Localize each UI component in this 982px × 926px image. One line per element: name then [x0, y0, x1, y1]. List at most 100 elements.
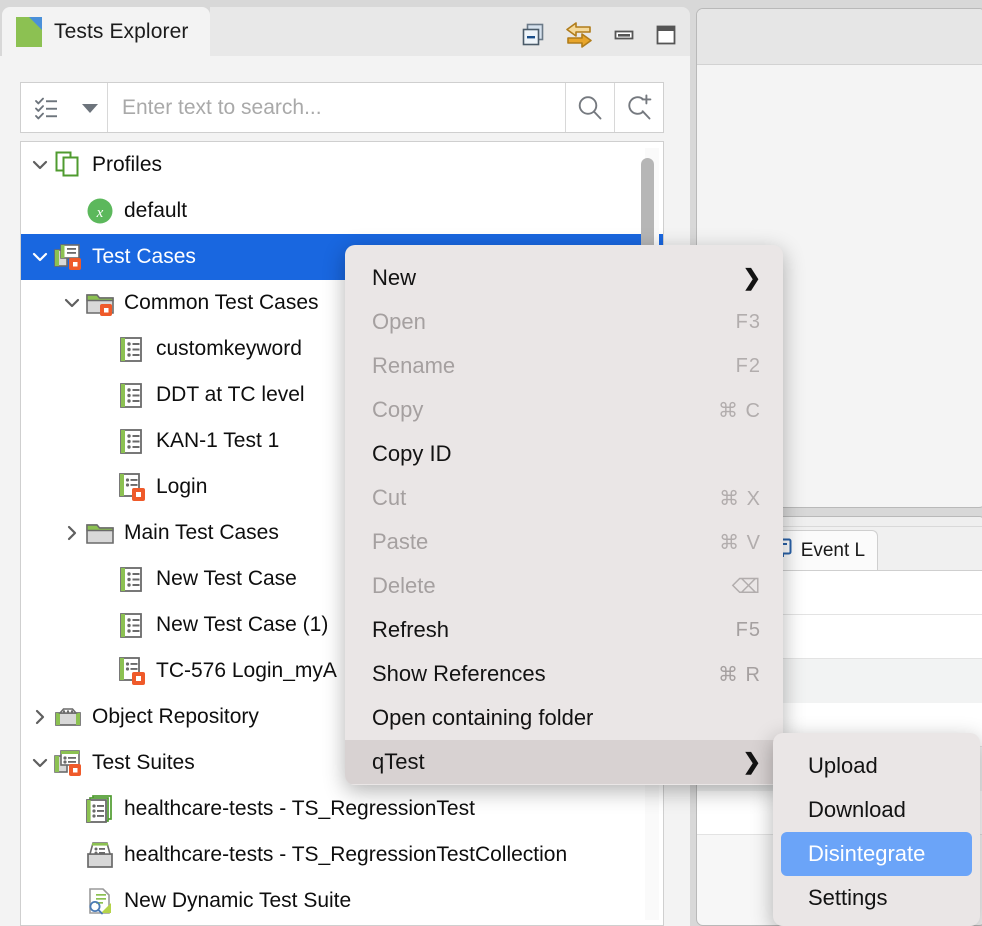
test-suites-icon — [53, 748, 83, 778]
twisty-spacer — [91, 372, 117, 418]
tree-item-label: DDT at TC level — [156, 383, 305, 407]
tree-item-default[interactable]: xdefault — [21, 188, 663, 234]
link-with-editor-icon[interactable] — [564, 21, 594, 54]
twisty-spacer — [91, 556, 117, 602]
test-case-integrated-icon — [117, 656, 147, 686]
view-toolbar — [520, 21, 678, 54]
app-window: blems Event L tion — [0, 0, 982, 926]
menu-item-shortcut: ⌫ — [732, 574, 761, 599]
tree-item-healthcare-tests-ts-regressiontestcollection[interactable]: healthcare-tests - TS_RegressionTestColl… — [21, 832, 663, 878]
test-case-icon — [117, 610, 147, 640]
tree-item-profiles[interactable]: Profiles — [21, 142, 663, 188]
test-case-icon — [117, 426, 147, 456]
menu-item-show-references[interactable]: Show References⌘ R — [345, 652, 783, 696]
tree-item-label: Test Suites — [92, 751, 195, 775]
menu-item-shortcut: ⌘ R — [718, 662, 761, 687]
dynamic-test-suite-icon — [85, 886, 115, 916]
menu-item-new[interactable]: New❯ — [345, 256, 783, 300]
menu-item-label: qTest — [372, 749, 743, 775]
tests-explorer-tab[interactable]: Tests Explorer — [2, 7, 210, 56]
tree-item-label: customkeyword — [156, 337, 302, 361]
tree-item-label: healthcare-tests - TS_RegressionTest — [124, 797, 475, 821]
menu-item-open-containing-folder[interactable]: Open containing folder — [345, 696, 783, 740]
menu-item-delete: Delete⌫ — [345, 564, 783, 608]
menu-item-copy-id[interactable]: Copy ID — [345, 432, 783, 476]
submenu-item-settings[interactable]: Settings — [781, 876, 972, 920]
collapse-all-icon[interactable] — [520, 22, 546, 53]
chevron-down-icon[interactable] — [27, 234, 53, 280]
test-suite-icon — [85, 794, 115, 824]
tree-item-label: Login — [156, 475, 207, 499]
twisty-spacer — [59, 188, 85, 234]
tests-explorer-tabstrip: Tests Explorer — [0, 0, 690, 56]
submenu-item-label: Settings — [808, 885, 888, 911]
chevron-right-icon[interactable] — [27, 694, 53, 740]
chevron-right-icon: ❯ — [743, 749, 761, 775]
test-case-icon — [117, 380, 147, 410]
tree-item-label: Profiles — [92, 153, 162, 177]
menu-item-shortcut: F3 — [736, 311, 761, 334]
menu-item-label: Rename — [372, 353, 736, 379]
folder-icon — [85, 518, 115, 548]
submenu-item-label: Disintegrate — [808, 841, 925, 867]
chevron-down-icon[interactable] — [73, 101, 107, 115]
folder-integrated-icon — [85, 288, 115, 318]
profiles-icon — [53, 150, 83, 180]
chevron-down-icon[interactable] — [27, 142, 53, 188]
chevron-down-icon[interactable] — [27, 740, 53, 786]
tree-item-label: healthcare-tests - TS_RegressionTestColl… — [124, 843, 567, 867]
chevron-right-icon: ❯ — [743, 265, 761, 291]
menu-item-label: Open containing folder — [372, 705, 761, 731]
twisty-spacer — [59, 832, 85, 878]
tree-item-label: Object Repository — [92, 705, 259, 729]
menu-item-label: Copy ID — [372, 441, 761, 467]
menu-item-label: Show References — [372, 661, 718, 687]
tabstrip-background — [210, 7, 690, 56]
minimize-icon[interactable] — [612, 23, 636, 52]
menu-item-label: Refresh — [372, 617, 736, 643]
submenu-item-download[interactable]: Download — [781, 788, 972, 832]
test-cases-icon — [53, 242, 83, 272]
search-bar — [20, 82, 664, 133]
twisty-spacer — [91, 464, 117, 510]
test-case-icon — [117, 334, 147, 364]
tree-item-label: KAN-1 Test 1 — [156, 429, 279, 453]
tree-item-label: default — [124, 199, 187, 223]
menu-item-shortcut: ⌘ C — [718, 398, 761, 423]
object-repository-icon — [53, 702, 83, 732]
test-case-integrated-icon — [117, 472, 147, 502]
menu-item-qtest[interactable]: qTest❯ — [345, 740, 783, 784]
chevron-down-icon[interactable] — [59, 280, 85, 326]
twisty-spacer — [91, 326, 117, 372]
menu-item-open: OpenF3 — [345, 300, 783, 344]
menu-item-rename: RenameF2 — [345, 344, 783, 388]
tree-item-label: New Test Case — [156, 567, 297, 591]
context-menu[interactable]: New❯OpenF3RenameF2Copy⌘ CCopy IDCut⌘ XPa… — [345, 245, 783, 785]
maximize-icon[interactable] — [654, 23, 678, 52]
twisty-spacer — [59, 786, 85, 832]
test-suite-collection-icon — [85, 840, 115, 870]
filter-checklist-icon[interactable] — [21, 94, 73, 122]
menu-item-shortcut: ⌘ V — [719, 530, 761, 555]
menu-item-paste: Paste⌘ V — [345, 520, 783, 564]
search-plus-icon[interactable] — [615, 83, 663, 132]
submenu-item-upload[interactable]: Upload — [781, 744, 972, 788]
tree-item-healthcare-tests-ts-regressiontest[interactable]: healthcare-tests - TS_RegressionTest — [21, 786, 663, 832]
chevron-right-icon[interactable] — [59, 510, 85, 556]
twisty-spacer — [91, 418, 117, 464]
tree-item-label: Common Test Cases — [124, 291, 319, 315]
menu-item-refresh[interactable]: RefreshF5 — [345, 608, 783, 652]
qtest-submenu[interactable]: UploadDownload Disintegrate Settings — [773, 733, 980, 926]
tests-explorer-tab-label: Tests Explorer — [54, 20, 188, 44]
menu-item-cut: Cut⌘ X — [345, 476, 783, 520]
tree-item-label: Test Cases — [92, 245, 196, 269]
menu-item-label: New — [372, 265, 743, 291]
tree-item-label: New Dynamic Test Suite — [124, 889, 351, 913]
search-icon[interactable] — [566, 83, 614, 132]
tree-item-new-dynamic-test-suite[interactable]: New Dynamic Test Suite — [21, 878, 663, 924]
tree-item-label: Main Test Cases — [124, 521, 279, 545]
submenu-item-disintegrate[interactable]: Disintegrate — [781, 832, 972, 876]
menu-item-label: Delete — [372, 573, 732, 599]
search-input[interactable] — [108, 96, 565, 120]
twisty-spacer — [91, 602, 117, 648]
